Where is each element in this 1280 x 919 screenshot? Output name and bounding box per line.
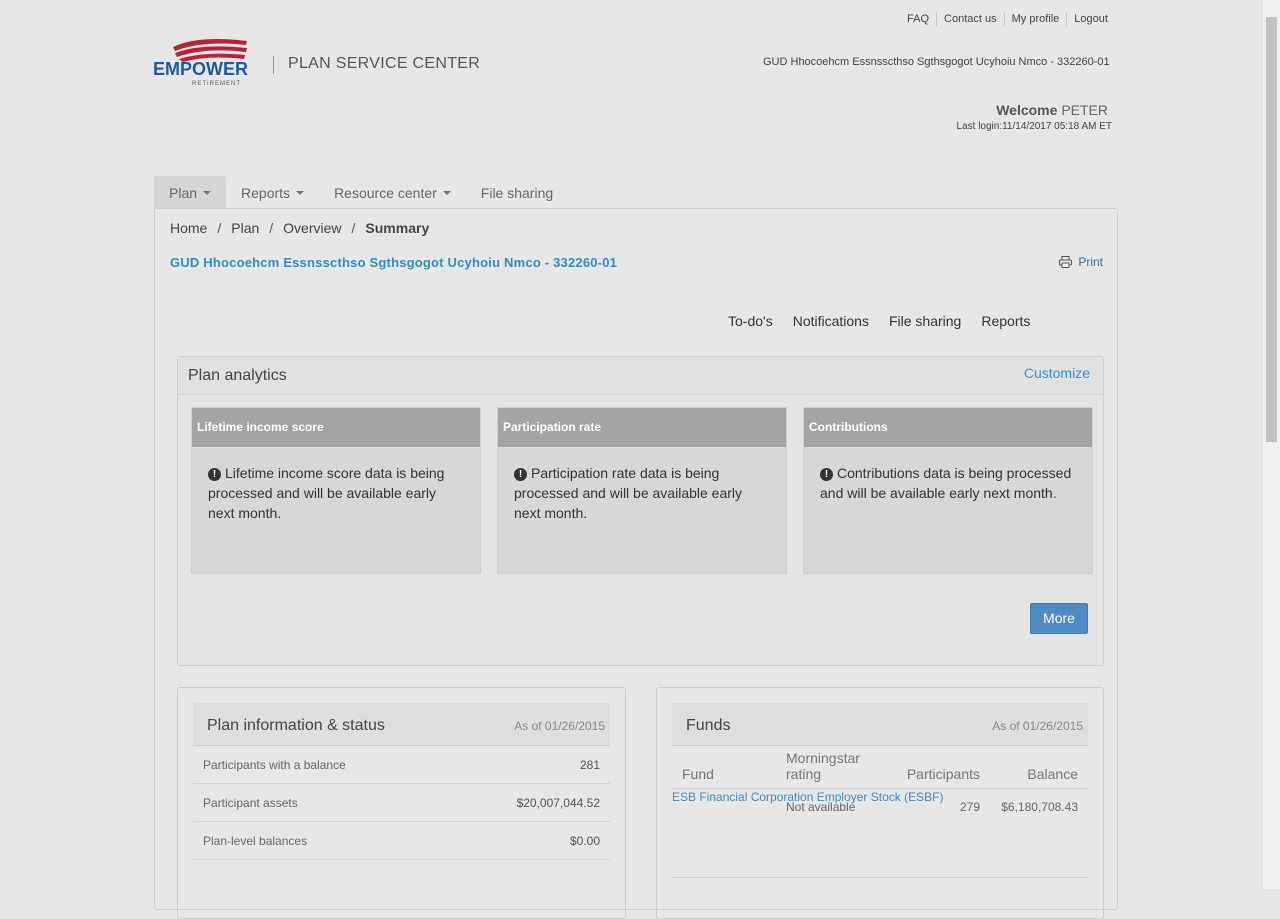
caret-down-icon <box>442 191 451 195</box>
card-message: Participation rate data is being process… <box>514 465 743 521</box>
card-title: Lifetime income score <box>192 408 480 447</box>
contact-us-link[interactable]: Contact us <box>936 12 1004 26</box>
nav-file-sharing[interactable]: File sharing <box>466 176 568 209</box>
row-label: Participants with a balance <box>203 757 346 772</box>
funds-panel: Funds As of 01/26/2015 Fund Morningstar … <box>656 687 1104 919</box>
page-title: GUD Hhocoehcm Essnsscthso Sgthsgogot Ucy… <box>170 255 618 270</box>
caret-down-icon <box>296 191 305 195</box>
nav-reports[interactable]: Reports <box>226 176 319 209</box>
last-login: Last login:11/14/2017 05:18 AM ET <box>956 121 1112 132</box>
secondary-nav: To-do's Notifications File sharing Repor… <box>728 313 1030 329</box>
analytics-cards: Lifetime income score ! Lifetime income s… <box>191 407 1093 574</box>
plan-analytics-title: Plan analytics <box>188 367 287 384</box>
participation-rate-card: Participation rate ! Participation rate d… <box>497 407 787 574</box>
plan-information-title: Plan information & status <box>207 717 385 734</box>
card-message: Lifetime income score data is being proc… <box>208 465 445 521</box>
plan-analytics-header: Plan analytics Customize <box>178 357 1103 395</box>
column-header-balance[interactable]: Balance <box>1027 766 1078 782</box>
breadcrumb-separator: / <box>269 220 274 236</box>
printer-icon <box>1059 256 1073 268</box>
column-header-fund[interactable]: Fund <box>682 766 714 782</box>
print-button[interactable]: Print <box>1059 255 1103 269</box>
caret-down-icon <box>203 191 212 195</box>
card-body: ! Contributions data is being processed a… <box>804 447 1092 503</box>
plan-information-panel: Plan information & status As of 01/26/20… <box>177 687 626 919</box>
breadcrumb-separator: / <box>351 220 356 236</box>
user-name: PETER <box>1061 102 1108 118</box>
fund-balance: $6,180,708.43 <box>1001 800 1078 814</box>
as-of-date: As of 01/26/2015 <box>514 719 605 733</box>
nav-resource-center-label: Resource center <box>334 184 437 201</box>
column-header-participants[interactable]: Participants <box>907 766 980 782</box>
subnav-file-sharing[interactable]: File sharing <box>889 313 961 329</box>
faq-link[interactable]: FAQ <box>900 12 936 26</box>
card-title: Contributions <box>804 408 1092 447</box>
row-label: Plan-level balances <box>203 833 308 848</box>
logo-word: EMPOWER <box>153 59 249 79</box>
list-item: Plan-level balances $0.00 <box>193 822 610 860</box>
breadcrumb-home[interactable]: Home <box>170 220 207 236</box>
app-title: PLAN SERVICE CENTER <box>288 55 481 72</box>
card-title: Participation rate <box>498 408 786 447</box>
welcome-message: Welcome PETER <box>996 102 1108 118</box>
plan-information-list: Participants with a balance 281 Particip… <box>193 746 610 860</box>
customize-link[interactable]: Customize <box>1024 365 1090 381</box>
scrollbar-thumb[interactable] <box>1266 17 1277 442</box>
main-panel: Home / Plan / Overview / Summary GUD Hhocoehcm… <box>154 208 1118 919</box>
funds-header: Funds As of 01/26/2015 <box>672 703 1088 746</box>
top-utility-links: FAQ Contact us My profile Logout <box>900 12 1115 26</box>
my-profile-link[interactable]: My profile <box>1003 12 1067 26</box>
welcome-label: Welcome <box>996 102 1058 118</box>
fund-rating: Not available <box>786 800 856 814</box>
list-item: Participants with a balance 281 <box>193 746 610 784</box>
print-label: Print <box>1078 255 1103 269</box>
breadcrumb-plan[interactable]: Plan <box>231 220 259 236</box>
nav-plan-label: Plan <box>169 184 198 201</box>
main-nav: Plan Reports Resource center File sharin… <box>154 176 568 209</box>
subnav-todos[interactable]: To-do's <box>728 313 773 329</box>
funds-title: Funds <box>686 717 731 734</box>
row-value: 281 <box>579 757 600 772</box>
card-body: ! Lifetime income score data is being pro… <box>192 447 480 523</box>
lifetime-income-score-card: Lifetime income score ! Lifetime income s… <box>191 407 481 574</box>
table-row: ESB Financial Corporation Employer Stock… <box>672 789 1088 878</box>
nav-resource-center[interactable]: Resource center <box>319 176 466 209</box>
plan-analytics-panel: Plan analytics Customize Lifetime income… <box>177 356 1104 666</box>
row-value: $20,007,044.52 <box>516 795 600 810</box>
as-of-date: As of 01/26/2015 <box>992 719 1083 733</box>
fund-participants: 279 <box>959 800 980 814</box>
subnav-notifications[interactable]: Notifications <box>793 313 869 329</box>
row-label: Participant assets <box>203 795 298 810</box>
funds-table-header: Fund Morningstar rating Participants Bal… <box>672 746 1088 789</box>
more-button[interactable]: More <box>1030 603 1088 634</box>
nav-plan[interactable]: Plan <box>154 176 227 209</box>
header-divider <box>273 56 274 74</box>
nav-reports-label: Reports <box>241 184 291 201</box>
card-body: ! Participation rate data is being proces… <box>498 447 786 523</box>
logo-subword: RETIREMENT <box>192 81 241 87</box>
breadcrumb: Home / Plan / Overview / Summary <box>170 220 429 236</box>
breadcrumb-current: Summary <box>365 220 430 236</box>
header-plan-name: GUD Hhocoehcm Essnsscthso Sgthsgogot Ucy… <box>763 56 1110 68</box>
plan-information-header: Plan information & status As of 01/26/20… <box>193 703 610 746</box>
breadcrumb-overview[interactable]: Overview <box>283 220 341 236</box>
nav-file-sharing-label: File sharing <box>480 184 554 201</box>
empower-logo[interactable]: EMPOWER RETIREMENT <box>153 37 253 91</box>
alert-icon: ! <box>208 468 221 481</box>
card-message: Contributions data is being processed an… <box>820 465 1072 501</box>
logout-link[interactable]: Logout <box>1066 12 1115 26</box>
alert-icon: ! <box>820 468 833 481</box>
row-value: $0.00 <box>569 833 600 848</box>
vertical-scrollbar[interactable] <box>1262 0 1280 889</box>
column-header-morningstar-rating[interactable]: Morningstar rating <box>786 750 876 782</box>
alert-icon: ! <box>514 468 527 481</box>
list-item: Participant assets $20,007,044.52 <box>193 784 610 822</box>
contributions-card: Contributions ! Contributions data is bei… <box>803 407 1093 574</box>
subnav-reports[interactable]: Reports <box>981 313 1030 329</box>
breadcrumb-separator: / <box>217 220 222 236</box>
